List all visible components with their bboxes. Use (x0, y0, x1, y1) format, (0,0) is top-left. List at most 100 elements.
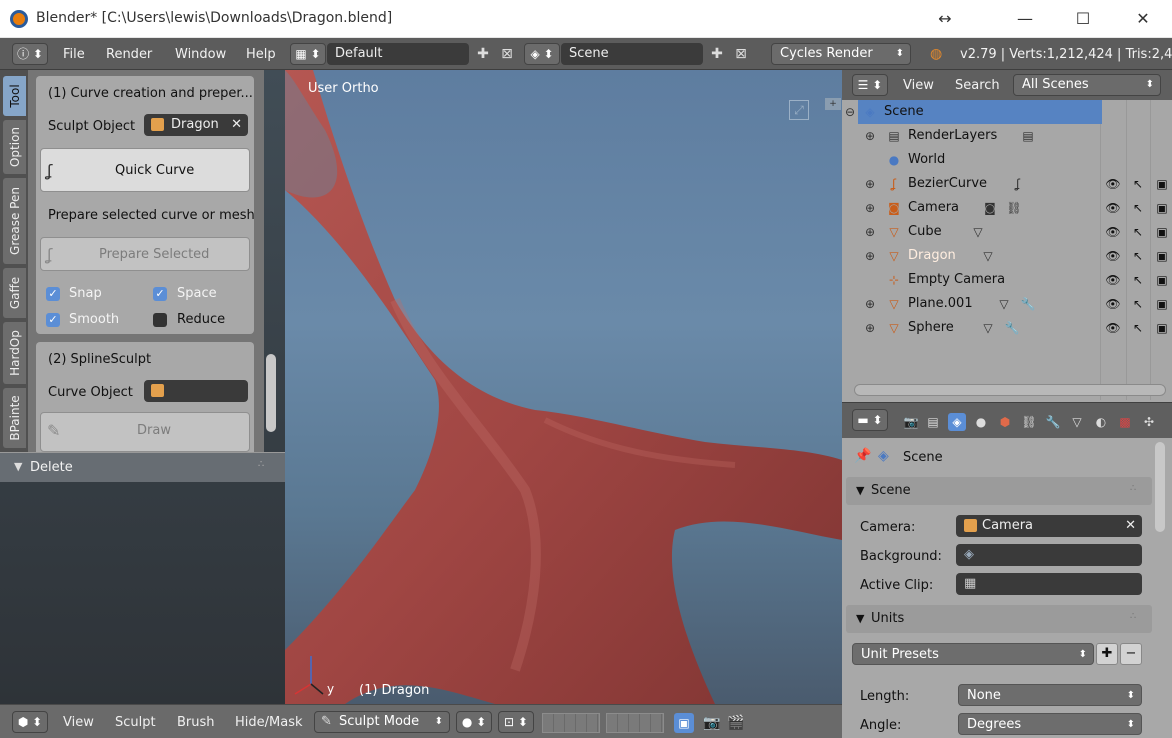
outliner-hscrollbar[interactable] (854, 384, 1166, 396)
unit-presets-select[interactable]: Unit Presets ⬍ (852, 643, 1094, 665)
layers-left-grid[interactable] (542, 713, 600, 733)
outliner-row-scene[interactable]: ⊖ ◈ Scene (842, 100, 1172, 124)
menu-view[interactable]: View (63, 715, 94, 730)
outliner-row-world[interactable]: ● World (842, 148, 1172, 172)
tab-option[interactable]: Option (3, 120, 26, 174)
constraints-tab-icon[interactable]: ⛓ (1020, 413, 1038, 431)
remove-preset-icon[interactable]: − (1120, 643, 1142, 665)
selectable-cursor-icon[interactable]: ↖ (1130, 320, 1146, 336)
scene-section-header[interactable]: ▼ Scene ∴ (846, 477, 1152, 505)
editor-type-button[interactable]: ⓘ ⬍ (12, 43, 48, 65)
outliner-filter-select[interactable]: All Scenes ⬍ (1013, 74, 1161, 96)
tab-tool[interactable]: Tool (3, 76, 26, 116)
layers-right-grid[interactable] (606, 713, 664, 733)
renderable-camera-icon[interactable]: ▣ (1154, 200, 1170, 216)
quad-view-icon[interactable]: ⤢ (789, 100, 809, 120)
scene-name-field[interactable]: Scene (561, 43, 703, 65)
outliner-menu-view[interactable]: View (903, 78, 934, 93)
drag-handle-icon[interactable]: ∴ (1130, 611, 1136, 622)
outliner-row-renderlayers[interactable]: ⊕ ▤ RenderLayers ▤ (842, 124, 1172, 148)
visibility-eye-icon[interactable]: 👁 (1105, 176, 1121, 192)
selectable-cursor-icon[interactable]: ↖ (1130, 272, 1146, 288)
drag-handle-icon[interactable]: ∴ (258, 459, 264, 470)
render-animation-icon[interactable]: 🎬 (726, 713, 746, 733)
expand-icon[interactable]: ⊕ (862, 248, 878, 264)
render-layers-tab-icon[interactable]: ▤ (924, 413, 942, 431)
tab-bpainte[interactable]: BPainte (3, 388, 26, 448)
layout-name-field[interactable]: Default (327, 43, 469, 65)
menu-window[interactable]: Window (175, 47, 226, 62)
space-checkbox[interactable]: ✓ (153, 287, 167, 301)
editor-type-button[interactable]: ⬢ ⬍ (12, 711, 48, 733)
delete-panel-header[interactable]: ▼ Delete ∴ (0, 452, 285, 482)
remove-layout-icon[interactable]: ⊠ (497, 45, 517, 63)
drag-handle-icon[interactable]: ∴ (1130, 483, 1136, 494)
selectable-cursor-icon[interactable]: ↖ (1130, 176, 1146, 192)
renderable-camera-icon[interactable]: ▣ (1154, 272, 1170, 288)
selectable-cursor-icon[interactable]: ↖ (1130, 224, 1146, 240)
snap-checkbox[interactable]: ✓ (46, 287, 60, 301)
expand-icon[interactable]: ⊕ (862, 296, 878, 312)
render-engine-select[interactable]: Cycles Render ⬍ (771, 43, 911, 65)
prepare-selected-button[interactable]: ʆ Prepare Selected (40, 237, 250, 271)
material-tab-icon[interactable]: ◐ (1092, 413, 1110, 431)
3d-viewport[interactable]: User Ortho ⤢ + y (1) Dragon (285, 70, 842, 704)
tab-hardop[interactable]: HardOp (3, 322, 26, 384)
outliner-menu-search[interactable]: Search (955, 78, 1000, 93)
selectable-cursor-icon[interactable]: ↖ (1130, 200, 1146, 216)
resize-icon[interactable]: ↔ (922, 6, 968, 32)
add-layout-icon[interactable]: ✚ (473, 45, 493, 63)
scene-type-button[interactable]: ◈ ⬍ (524, 43, 560, 65)
menu-hide-mask[interactable]: Hide/Mask (235, 715, 303, 730)
renderable-camera-icon[interactable]: ▣ (1154, 248, 1170, 264)
outliner-row-dragon[interactable]: ⊕ ▽ Dragon ▽ 👁 ↖ ▣ (842, 244, 1172, 268)
visibility-eye-icon[interactable]: 👁 (1105, 200, 1121, 216)
quick-curve-button[interactable]: ʆ Quick Curve (40, 148, 250, 192)
angle-select[interactable]: Degrees ⬍ (958, 713, 1142, 735)
expand-icon[interactable]: ⊕ (862, 320, 878, 336)
minimize-button[interactable]: — (1002, 6, 1048, 32)
menu-render[interactable]: Render (106, 47, 152, 62)
visibility-eye-icon[interactable]: 👁 (1105, 296, 1121, 312)
mode-select[interactable]: ✎ Sculpt Mode ⬍ (314, 711, 450, 733)
menu-help[interactable]: Help (246, 47, 276, 62)
smooth-checkbox[interactable]: ✓ (46, 313, 60, 327)
physics-tab-icon[interactable]: ✣ (1140, 413, 1158, 431)
outliner-row-camera[interactable]: ⊕ ◙ Camera ◙ ⛓ 👁 ↖ ▣ (842, 196, 1172, 220)
sculpt-object-field[interactable]: Dragon ✕ (144, 114, 248, 136)
remove-scene-icon[interactable]: ⊠ (731, 45, 751, 63)
menu-sculpt[interactable]: Sculpt (115, 715, 156, 730)
world-tab-icon[interactable]: ● (972, 413, 990, 431)
draw-button[interactable]: ✎ Draw (40, 412, 250, 452)
expand-icon[interactable]: ⊕ (862, 200, 878, 216)
renderable-camera-icon[interactable]: ▣ (1154, 296, 1170, 312)
visibility-eye-icon[interactable]: 👁 (1105, 248, 1121, 264)
outliner-row-beziercurve[interactable]: ⊕ ʆ BezierCurve ʆ 👁 ↖ ▣ (842, 172, 1172, 196)
menu-file[interactable]: File (63, 47, 85, 62)
data-tab-icon[interactable]: ▽ (1068, 413, 1086, 431)
texture-tab-icon[interactable]: ▩ (1116, 413, 1134, 431)
renderable-camera-icon[interactable]: ▣ (1154, 320, 1170, 336)
shading-select[interactable]: ● ⬍ (456, 711, 492, 733)
visibility-eye-icon[interactable]: 👁 (1105, 320, 1121, 336)
collapse-icon[interactable]: ⊖ (842, 104, 858, 120)
renderable-camera-icon[interactable]: ▣ (1154, 224, 1170, 240)
modifiers-tab-icon[interactable]: 🔧 (1044, 413, 1062, 431)
expand-icon[interactable]: ⊕ (862, 224, 878, 240)
add-scene-icon[interactable]: ✚ (707, 45, 727, 63)
pin-icon[interactable]: 📌 (854, 448, 871, 464)
expand-icon[interactable]: ⊕ (862, 128, 878, 144)
scene-tab-icon[interactable]: ◈ (948, 413, 966, 431)
background-field[interactable]: ◈ (956, 544, 1142, 566)
selectable-cursor-icon[interactable]: ↖ (1130, 248, 1146, 264)
length-select[interactable]: None ⬍ (958, 684, 1142, 706)
renderable-camera-icon[interactable]: ▣ (1154, 176, 1170, 192)
properties-editor-type[interactable]: ▬ ⬍ (852, 409, 888, 431)
properties-scrollbar[interactable] (1155, 442, 1165, 532)
menu-brush[interactable]: Brush (177, 715, 215, 730)
outliner-row-cube[interactable]: ⊕ ▽ Cube ▽ 👁 ↖ ▣ (842, 220, 1172, 244)
units-section-header[interactable]: ▼ Units ∴ (846, 605, 1152, 633)
visibility-eye-icon[interactable]: 👁 (1105, 272, 1121, 288)
properties-toggle-icon[interactable]: + (825, 98, 841, 110)
close-button[interactable]: ✕ (1120, 6, 1166, 32)
